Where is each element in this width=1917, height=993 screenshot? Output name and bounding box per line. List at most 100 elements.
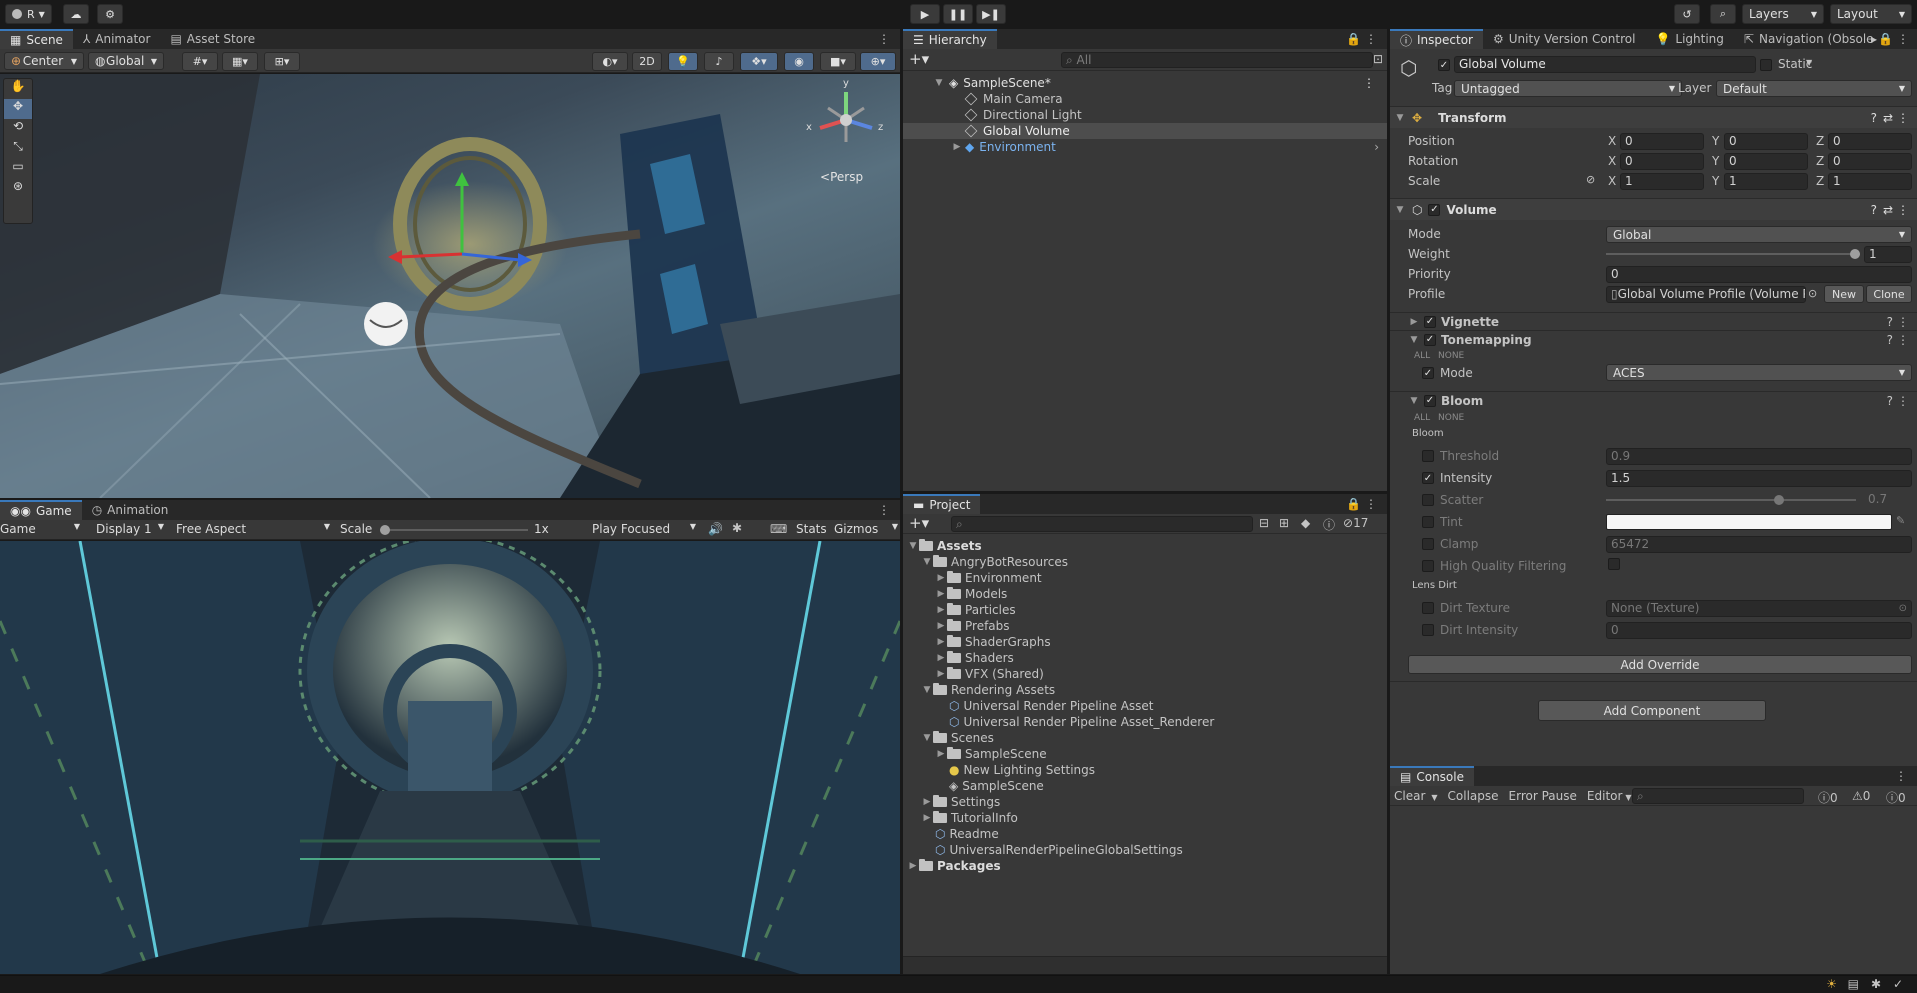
collapse-button[interactable]: Collapse (1448, 789, 1499, 803)
position-z-field[interactable]: 0 (1828, 133, 1912, 150)
move-tool-icon[interactable]: ✥ (4, 99, 32, 119)
intensity-override-checkbox[interactable]: ✓ (1422, 472, 1434, 484)
visibility-toggle[interactable]: ◉ (784, 52, 814, 71)
lock-icon[interactable]: 🔒 (1878, 32, 1893, 46)
tree-item[interactable]: ▶ ShaderGraphs (903, 634, 1387, 650)
weight-slider[interactable] (1606, 247, 1860, 261)
tab-hierarchy[interactable]: ☰ Hierarchy (903, 29, 997, 49)
more-menu-icon[interactable]: ⋮ (1897, 111, 1909, 125)
scale-slider[interactable] (380, 523, 528, 537)
tab-inspector[interactable]: ⓘ Inspector (1390, 29, 1483, 49)
transform-header[interactable]: ▼ ✥ Transform ? ⇄ ⋮ (1390, 106, 1917, 128)
more-menu-icon[interactable]: ⋮ (1897, 333, 1909, 347)
editor-dropdown[interactable]: Editor ▼ (1587, 789, 1632, 803)
position-y-field[interactable]: 0 (1724, 133, 1808, 150)
tree-item[interactable]: ▼ Scenes (903, 730, 1387, 746)
scatter-field[interactable]: 0.7 (1864, 492, 1912, 509)
hq-filtering-checkbox[interactable] (1608, 558, 1620, 570)
hq-filtering-override-checkbox[interactable] (1422, 560, 1434, 572)
scene-visibility-icon[interactable]: ⊡ (1373, 52, 1383, 66)
new-profile-button[interactable]: New (1824, 285, 1864, 303)
add-icon[interactable]: +▾ (909, 50, 929, 68)
help-icon[interactable]: ? (1887, 333, 1893, 347)
help-icon[interactable]: ? (1871, 111, 1877, 125)
mode-2d-button[interactable]: 2D (632, 52, 662, 71)
filter-icon[interactable]: ⊞ (1279, 516, 1289, 530)
lightbulb-activity-icon[interactable]: ☀ (1826, 977, 1837, 991)
lock-icon[interactable]: 🔒 (1346, 32, 1361, 46)
hierarchy-item[interactable]: Directional Light (903, 107, 1387, 123)
weight-slider-knob[interactable] (1850, 249, 1860, 259)
clamp-override-checkbox[interactable] (1422, 538, 1434, 550)
services-button[interactable]: ⚙ (97, 4, 123, 24)
tab-game[interactable]: ◉◉ Game (0, 500, 82, 520)
none-button[interactable]: NONE (1438, 351, 1464, 361)
more-menu-icon[interactable]: ⋮ (1365, 497, 1377, 511)
more-menu-icon[interactable]: ⋮ (1897, 203, 1909, 217)
tab-navigation[interactable]: ⇱ Navigation (Obsole (1734, 29, 1884, 49)
help-icon[interactable]: ? (1871, 203, 1877, 217)
tint-color-swatch[interactable] (1606, 514, 1892, 530)
more-tabs-icon[interactable]: ▸ (1871, 32, 1877, 46)
threshold-field[interactable]: 0.9 (1606, 448, 1912, 465)
tree-item[interactable]: ▶ Prefabs (903, 618, 1387, 634)
tab-scene[interactable]: ▦ Scene (0, 29, 73, 49)
tree-item[interactable]: ▶ Settings (903, 794, 1387, 810)
tag-dropdown[interactable]: Untagged ▼ (1454, 80, 1682, 97)
scatter-override-checkbox[interactable] (1422, 494, 1434, 506)
position-x-field[interactable]: 0 (1620, 133, 1704, 150)
help-icon[interactable]: ? (1887, 315, 1893, 329)
error-pause-button[interactable]: Error Pause (1509, 789, 1577, 803)
scatter-slider-knob[interactable] (1774, 495, 1784, 505)
pivot-dropdown[interactable]: ⊕ Center ▼ (4, 52, 84, 70)
tonemapping-mode-override-checkbox[interactable]: ✓ (1422, 367, 1434, 379)
active-checkbox[interactable]: ✓ (1438, 59, 1450, 71)
tab-animator[interactable]: ⅄ Animator (73, 29, 161, 49)
preset-icon[interactable]: ⇄ (1883, 111, 1893, 125)
play-focused-dropdown[interactable]: Play Focused ▼ (592, 522, 696, 536)
tree-item[interactable]: ▶ SampleScene (903, 746, 1387, 762)
add-icon[interactable]: +▾ (909, 514, 929, 532)
warning-toggle[interactable]: ⚠0 (1852, 789, 1870, 803)
hand-tool-icon[interactable]: ✋ (4, 79, 32, 99)
tree-item[interactable]: ● New Lighting Settings (903, 762, 1387, 778)
tree-item[interactable]: ▶ TutorialInfo (903, 810, 1387, 826)
tonemapping-enabled-checkbox[interactable]: ✓ (1424, 333, 1436, 346)
gizmos-button[interactable]: ⊕▾ (860, 52, 896, 71)
object-name-input[interactable]: Global Volume (1454, 56, 1756, 73)
tree-item[interactable]: ◈ SampleScene (903, 778, 1387, 794)
scene-row[interactable]: ▼ ◈ SampleScene* ⋮ (903, 75, 1387, 91)
tonemapping-mode-dropdown[interactable]: ACES ▼ (1606, 364, 1912, 381)
intensity-field[interactable]: 1.5 (1606, 470, 1912, 487)
console-search-input[interactable]: ⌕ (1632, 788, 1804, 804)
add-override-button[interactable]: Add Override (1408, 655, 1912, 674)
transform-tool-icon[interactable]: ⊛ (4, 179, 32, 199)
scale-z-field[interactable]: 1 (1828, 173, 1912, 190)
align-button[interactable]: ⊞▾ (264, 52, 300, 71)
draw-mode-button[interactable]: ◐▾ (592, 52, 628, 71)
hierarchy-search-input[interactable]: ⌕ All (1061, 52, 1373, 68)
debug-mode-icon[interactable]: ✱ (1871, 977, 1881, 991)
weight-field[interactable]: 1 (1864, 246, 1912, 263)
dirt-texture-override-checkbox[interactable] (1422, 602, 1434, 614)
chevron-right-icon[interactable]: › (1374, 140, 1379, 154)
tree-item[interactable]: ▶ Models (903, 586, 1387, 602)
rotation-x-field[interactable]: 0 (1620, 153, 1704, 170)
more-menu-icon[interactable]: ⋮ (1895, 769, 1907, 783)
more-menu-icon[interactable]: ⋮ (1897, 394, 1909, 408)
log-toggle[interactable]: ⓘ0 (1818, 789, 1838, 806)
lock-icon[interactable]: 🔒 (1346, 497, 1361, 511)
pause-button[interactable]: ❚❚ (943, 4, 973, 24)
layout-dropdown[interactable]: Layout ▼ (1830, 4, 1912, 24)
increment-snap-button[interactable]: ▦▾ (222, 52, 258, 71)
dirt-texture-field[interactable]: None (Texture) ⊙ (1606, 600, 1912, 617)
rect-tool-icon[interactable]: ▭ (4, 159, 32, 179)
object-picker-icon[interactable]: ⊙ (1808, 287, 1817, 300)
layers-dropdown[interactable]: Layers ▼ (1742, 4, 1824, 24)
aspect-dropdown[interactable]: Free Aspect ▼ (176, 522, 330, 536)
search-by-type-icon[interactable]: ⊟ (1259, 516, 1269, 530)
cache-server-icon[interactable]: ▤ (1848, 977, 1859, 991)
bloom-enabled-checkbox[interactable]: ✓ (1424, 394, 1436, 407)
tree-item[interactable]: ▶ Environment (903, 570, 1387, 586)
bloom-header[interactable]: ▼ ✓ Bloom ? ⋮ (1390, 391, 1917, 409)
